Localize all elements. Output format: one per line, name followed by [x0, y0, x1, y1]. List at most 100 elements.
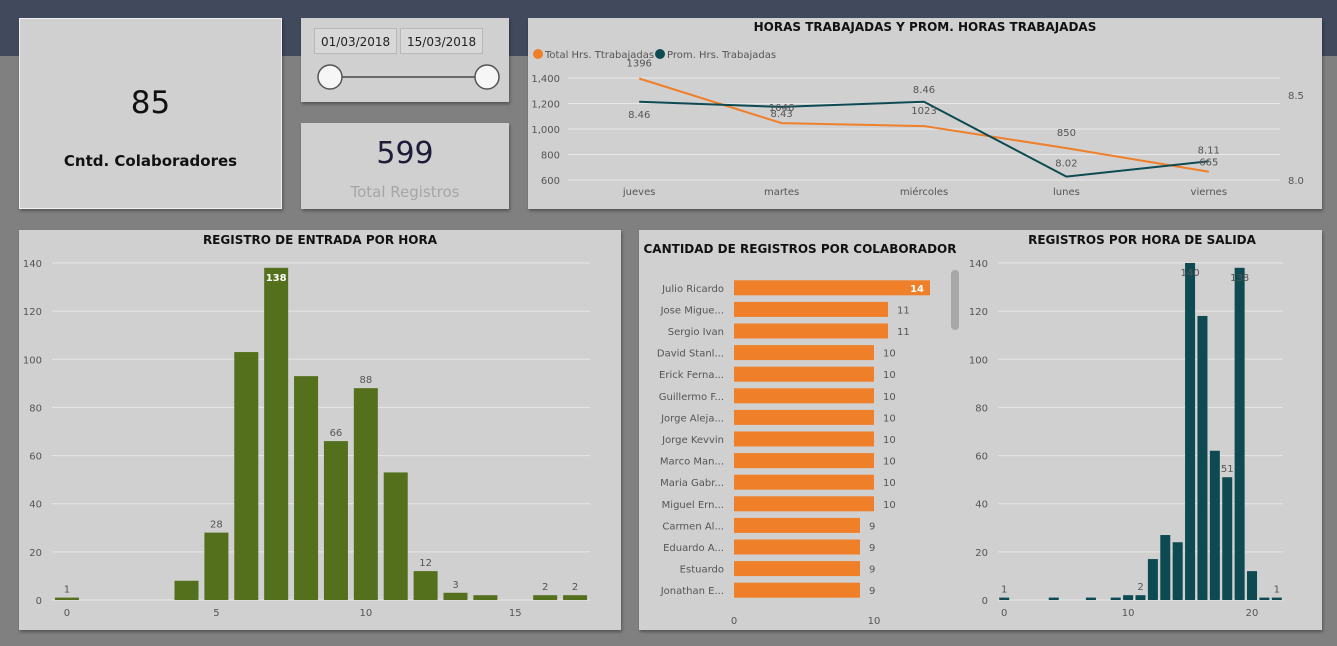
slider-end-handle[interactable] [474, 64, 500, 90]
colab-category-label: Jorge Aleja... [660, 413, 724, 424]
right-charts[interactable]: CANTIDAD DE REGISTROS POR COLABORADOR RE… [639, 230, 1322, 630]
line-ytick: 1,000 [531, 125, 560, 136]
exit-bar[interactable] [1123, 595, 1134, 600]
entry-bar[interactable] [174, 580, 199, 600]
entry-bar[interactable] [323, 441, 348, 600]
entry-ytick: 0 [36, 596, 42, 607]
exit-bar[interactable] [1135, 595, 1146, 600]
entry-bar[interactable] [443, 592, 468, 600]
legend: Total Hrs. Ttrabajadas Prom. Hrs. Trabaj… [533, 49, 776, 61]
entry-ytick: 20 [29, 548, 42, 559]
line-data-label-prom: 8.11 [1198, 145, 1220, 156]
exit-xtick: 10 [1122, 608, 1135, 619]
exit-bar[interactable] [1160, 535, 1171, 600]
entry-ytick: 100 [23, 355, 42, 366]
exit-bar[interactable] [1247, 571, 1258, 600]
line-chart-title: HORAS TRABAJADAS Y PROM. HORAS TRABAJADA… [754, 20, 1097, 34]
entry-bar[interactable] [473, 595, 498, 600]
entry-bar[interactable] [234, 352, 259, 600]
colab-bar[interactable] [734, 301, 888, 317]
colab-data-label: 10 [883, 500, 896, 511]
line-chart[interactable]: HORAS TRABAJADAS Y PROM. HORAS TRABAJADA… [528, 18, 1322, 209]
entry-ytick: 40 [29, 500, 42, 511]
colab-bar[interactable] [734, 474, 874, 490]
entry-data-label: 2 [572, 582, 578, 593]
line-ytick: 1,400 [531, 74, 560, 85]
line-y2tick: 8.5 [1288, 91, 1304, 102]
entry-bar[interactable] [383, 472, 408, 600]
entry-bar[interactable] [264, 267, 289, 600]
exit-ytick: 20 [975, 548, 988, 559]
kpi-card-colaboradores[interactable]: 85 Cntd. Colaboradores [19, 18, 282, 209]
entry-bar[interactable] [533, 595, 558, 600]
entry-bar-chart[interactable]: REGISTRO DE ENTRADA POR HORA 02040608010… [19, 230, 621, 630]
kpi-registros-value: 599 [376, 136, 434, 171]
colab-bar[interactable] [734, 539, 860, 555]
entry-data-label: 138 [266, 273, 287, 284]
line-y2tick: 8.0 [1288, 176, 1304, 187]
colab-category-label: Jorge Kevvin [661, 435, 724, 446]
colab-data-label: 10 [883, 457, 896, 468]
colab-scrollbar[interactable] [951, 270, 959, 330]
colab-bar[interactable] [734, 453, 874, 469]
exit-bar[interactable] [1048, 597, 1059, 600]
line-xtick: viernes [1191, 187, 1227, 198]
exit-bar[interactable] [1110, 597, 1121, 600]
line-xtick: lunes [1053, 187, 1080, 198]
colab-bar[interactable] [734, 366, 874, 382]
entry-xtick: 5 [213, 608, 219, 619]
entry-bar[interactable] [294, 376, 319, 600]
slider-track[interactable] [301, 18, 509, 102]
exit-bar[interactable] [999, 597, 1010, 600]
line-chart-card[interactable]: HORAS TRABAJADAS Y PROM. HORAS TRABAJADA… [528, 18, 1322, 209]
right-chart-card[interactable]: CANTIDAD DE REGISTROS POR COLABORADOR RE… [639, 230, 1322, 630]
colab-bar[interactable] [734, 388, 874, 404]
exit-bar[interactable] [1185, 263, 1196, 600]
colab-bar[interactable] [734, 582, 860, 598]
colab-bar[interactable] [734, 280, 930, 296]
exit-ytick: 100 [969, 355, 988, 366]
line-xtick: miércoles [900, 186, 948, 198]
entry-ytick: 80 [29, 403, 42, 414]
exit-bar[interactable] [1147, 559, 1158, 600]
colab-category-label: Erick Ferna... [659, 370, 724, 381]
line-data-label-total: 850 [1057, 128, 1076, 139]
exit-bar[interactable] [1259, 597, 1270, 600]
colab-data-label: 14 [910, 284, 924, 295]
colab-data-label: 10 [883, 349, 896, 360]
exit-bar[interactable] [1172, 542, 1183, 600]
colab-data-label: 11 [897, 327, 910, 338]
colab-bar[interactable] [734, 409, 874, 425]
exit-bar[interactable] [1085, 597, 1096, 600]
entry-chart-card[interactable]: REGISTRO DE ENTRADA POR HORA 0 20 40 60 80 10… [19, 230, 621, 630]
colab-category-label: Julio Ricardo [661, 284, 724, 295]
colab-bar[interactable] [734, 431, 874, 447]
colab-bar[interactable] [734, 345, 874, 361]
colab-category-label: David Stanl... [657, 349, 724, 360]
entry-bar[interactable] [563, 595, 588, 600]
entry-bar[interactable] [353, 388, 378, 600]
line-data-label-prom: 8.46 [913, 85, 935, 96]
colab-category-label: Estuardo [680, 565, 724, 576]
entry-chart-title: REGISTRO DE ENTRADA POR HORA [203, 233, 438, 247]
kpi-card-registros[interactable]: 599 Total Registros [301, 123, 509, 209]
legend-prom-label: Prom. Hrs. Trabajadas [667, 50, 776, 61]
line-data-label-total: 1023 [911, 106, 936, 117]
exit-bar[interactable] [1222, 477, 1233, 600]
entry-bar[interactable] [413, 571, 438, 600]
exit-bar[interactable] [1234, 267, 1245, 600]
exit-bar[interactable] [1271, 597, 1282, 600]
date-range-slicer[interactable]: 01/03/2018 15/03/2018 [301, 18, 509, 102]
colab-bar[interactable] [734, 496, 874, 512]
colab-bar[interactable] [734, 323, 888, 339]
colab-bar[interactable] [734, 561, 860, 577]
entry-bar[interactable] [54, 597, 79, 600]
exit-bar[interactable] [1209, 450, 1220, 600]
colab-xtick: 10 [868, 616, 881, 627]
entry-bar[interactable] [204, 532, 229, 600]
exit-xtick: 0 [1001, 608, 1007, 619]
colab-bar[interactable] [734, 517, 860, 533]
slider-start-handle[interactable] [317, 64, 343, 90]
colab-data-label: 10 [883, 478, 896, 489]
exit-bar[interactable] [1197, 315, 1208, 600]
